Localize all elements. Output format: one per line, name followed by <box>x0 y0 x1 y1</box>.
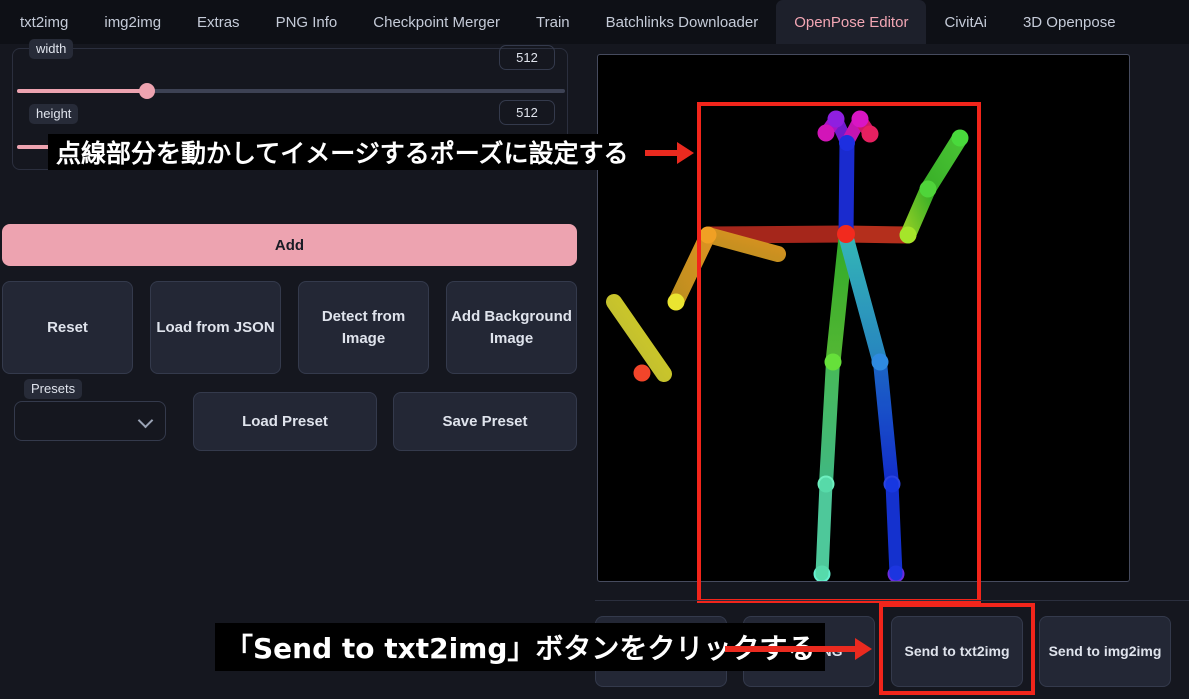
width-slider-knob[interactable] <box>139 83 155 99</box>
tab-img2img[interactable]: img2img <box>86 0 179 44</box>
height-label: height <box>29 104 79 124</box>
width-value[interactable]: 512 <box>499 45 555 70</box>
openpose-canvas[interactable] <box>597 54 1130 582</box>
row-divider <box>595 600 1189 601</box>
send-to-txt2img-button[interactable]: Send to txt2img <box>891 616 1023 687</box>
reset-button[interactable]: Reset <box>2 281 133 374</box>
load-from-json-button[interactable]: Load from JSON <box>150 281 281 374</box>
tab-train[interactable]: Train <box>518 0 588 44</box>
send-to-img2img-button[interactable]: Send to img2img <box>1039 616 1171 687</box>
tab-batchlinks-downloader[interactable]: Batchlinks Downloader <box>588 0 777 44</box>
save-preset-button[interactable]: Save Preset <box>393 392 577 451</box>
pose-skeleton[interactable] <box>598 55 1130 582</box>
tab-png-info[interactable]: PNG Info <box>258 0 356 44</box>
add-background-image-button[interactable]: Add Background Image <box>446 281 577 374</box>
presets-label: Presets <box>24 379 83 399</box>
load-preset-button[interactable]: Load Preset <box>193 392 377 451</box>
tab-3d-openpose[interactable]: 3D Openpose <box>1005 0 1134 44</box>
pose-joints <box>633 110 969 581</box>
tab-civitai[interactable]: CivitAi <box>926 0 1005 44</box>
chevron-down-icon <box>137 412 154 429</box>
tab-txt2img[interactable]: txt2img <box>2 0 86 44</box>
width-label: width <box>29 39 74 59</box>
width-slider-fill <box>17 89 147 93</box>
top-tab-bar: txt2img img2img Extras PNG Info Checkpoi… <box>0 0 1189 44</box>
tab-extras[interactable]: Extras <box>179 0 258 44</box>
tab-openpose-editor[interactable]: OpenPose Editor <box>776 0 927 44</box>
presets-select[interactable] <box>14 401 166 441</box>
width-slider[interactable] <box>17 83 565 99</box>
annotation-top-text: 点線部分を動かしてイメージするポーズに設定する <box>48 134 637 170</box>
tab-checkpoint-merger[interactable]: Checkpoint Merger <box>355 0 518 44</box>
height-value[interactable]: 512 <box>499 100 555 125</box>
detect-from-image-button[interactable]: Detect from Image <box>298 281 429 374</box>
add-button[interactable]: Add <box>2 224 577 266</box>
annotation-bottom-text: 「Send to txt2img」ボタンをクリックする <box>215 623 826 671</box>
